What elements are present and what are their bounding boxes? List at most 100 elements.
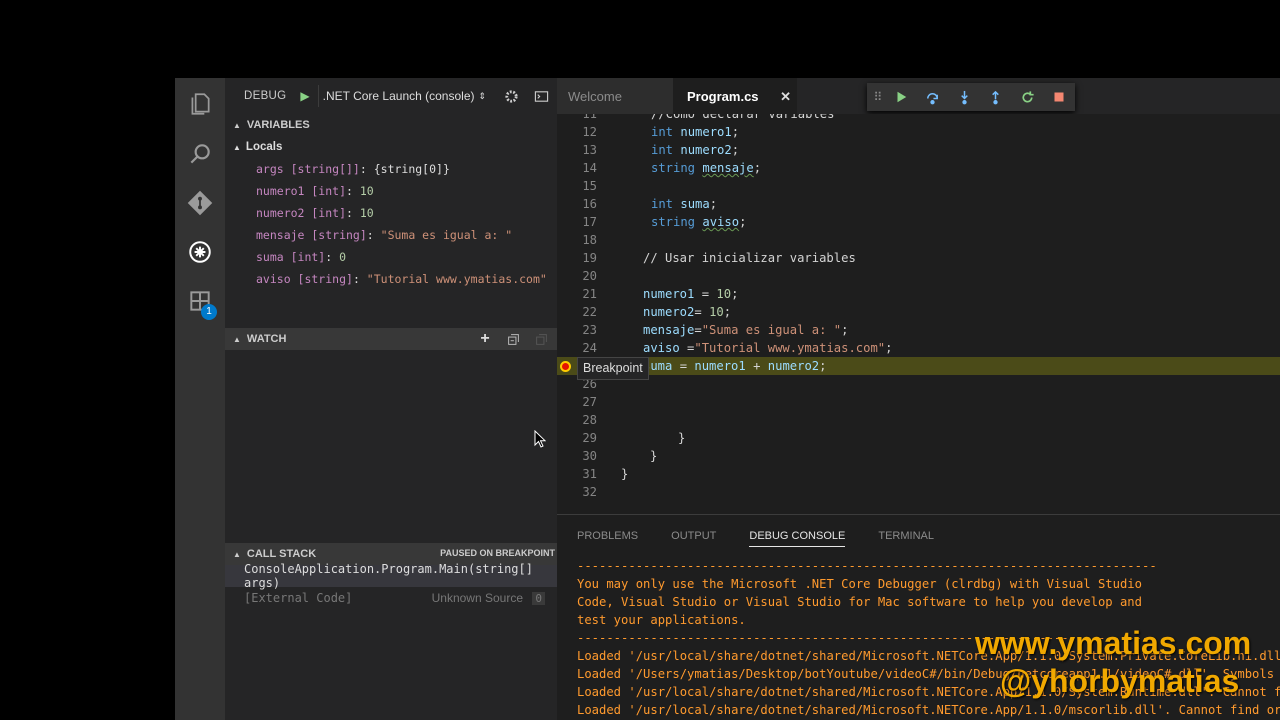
debug-console-icon[interactable] [532, 87, 550, 105]
vscode-window: 1 DEBUG ▶ .NET Core Launch (console) ⇕ ▲… [175, 78, 1280, 720]
line-number: 28 [582, 413, 597, 427]
remove-all-icon[interactable] [533, 331, 549, 347]
paused-status: PAUSED ON BREAKPOINT [440, 548, 555, 558]
line-number: 15 [582, 179, 597, 193]
line-text: suma = numero1 + numero2; [643, 359, 827, 373]
line-text: numero1 = 10; [643, 287, 739, 301]
gear-icon[interactable] [502, 87, 520, 105]
console-line: Loaded '/usr/local/share/dotnet/shared/M… [577, 703, 1280, 717]
watermark-website: www.ymatias.com [975, 625, 1252, 661]
code-line: 29} [557, 429, 1280, 447]
breakpoint-gutter[interactable] [557, 357, 577, 375]
variable-name: numero1 [int] [256, 184, 347, 198]
watermark-handle: @yhorbymatias [1000, 663, 1240, 699]
tab-terminal[interactable]: TERMINAL [878, 526, 934, 546]
stack-frame-label: ConsoleApplication.Program.Main(string[]… [244, 562, 533, 590]
step-out-icon[interactable] [980, 85, 1012, 109]
stack-frame-label: [External Code] [244, 591, 353, 605]
continue-icon[interactable] [885, 85, 917, 109]
code-line: 19 // Usar inicializar variables [557, 249, 1280, 267]
line-number: 20 [582, 269, 597, 283]
line-text: // Usar inicializar variables [643, 251, 856, 265]
extensions-icon[interactable]: 1 [175, 277, 225, 325]
code-line: 24 aviso ="Tutorial www.ymatias.com"; [557, 339, 1280, 357]
search-icon[interactable] [175, 130, 225, 178]
floating-debug-toolbar: ⠿ [867, 83, 1075, 111]
step-into-icon[interactable] [948, 85, 980, 109]
activity-bar: 1 [175, 78, 225, 720]
tab-output[interactable]: OUTPUT [671, 526, 716, 546]
debug-icon[interactable] [175, 228, 225, 276]
select-arrows-icon: ⇕ [478, 90, 487, 101]
line-number: 19 [582, 251, 597, 265]
variable-name: mensaje [string] [256, 228, 367, 242]
current-line-highlight: 25suma = numero1 + numero2; [557, 357, 1280, 375]
code-line: 16 int suma; [557, 195, 1280, 213]
variable-row[interactable]: args [string[]]: {string[0]} [225, 158, 557, 180]
variable-row[interactable]: mensaje [string]: "Suma es igual a: " [225, 224, 557, 246]
code-editor[interactable]: 11 //Como declarar variables 12 int numero… [557, 114, 1280, 514]
collapse-all-icon[interactable] [505, 331, 521, 347]
line-text: int suma; [651, 197, 718, 211]
stack-frame[interactable]: ConsoleApplication.Program.Main(string[]… [225, 562, 557, 590]
tab-welcome[interactable]: Welcome [557, 78, 673, 114]
code-line: 11 //Como declarar variables [557, 114, 1280, 123]
stop-icon[interactable] [1043, 85, 1075, 109]
variables-header[interactable]: ▲ VARIABLES [225, 114, 557, 136]
tab-debug-console[interactable]: DEBUG CONSOLE [749, 526, 846, 547]
add-expression-icon[interactable]: + [477, 330, 493, 347]
launch-config-label: .NET Core Launch (console) [322, 89, 475, 103]
tab-problems[interactable]: PROBLEMS [577, 526, 638, 546]
source-control-icon[interactable] [175, 179, 225, 227]
collapse-arrow-icon: ▲ [233, 334, 241, 344]
variable-row[interactable]: suma [int]: 0 [225, 246, 557, 268]
variable-name: args [string[]] [256, 162, 360, 176]
mouse-cursor-icon [534, 430, 546, 448]
drag-handle-icon[interactable]: ⠿ [871, 85, 885, 109]
callstack-header-label: CALL STACK [246, 548, 317, 560]
tab-program-cs[interactable]: Program.cs ✕ [673, 78, 797, 114]
start-debugging-button[interactable]: ▶ [300, 89, 309, 103]
code-line: 18 [557, 231, 1280, 249]
line-text: aviso ="Tutorial www.ymatias.com"; [643, 341, 893, 355]
line-number: 30 [582, 449, 597, 463]
line-text: } [621, 467, 629, 481]
variable-name: numero2 [int] [256, 206, 347, 220]
line-number: 18 [582, 233, 597, 247]
watch-section-header[interactable]: ▲ WATCH + [225, 328, 557, 350]
variable-name: suma [int] [256, 250, 326, 264]
collapse-arrow-icon: ▲ [233, 549, 241, 559]
debug-sidebar: DEBUG ▶ .NET Core Launch (console) ⇕ ▲ V… [225, 78, 557, 720]
variable-row[interactable]: aviso [string]: "Tutorial www.ymatias.co… [225, 268, 557, 290]
variable-value: "Suma es igual a: " [380, 228, 513, 242]
restart-icon[interactable] [1012, 85, 1044, 109]
console-line: Code, Visual Studio or Visual Studio for… [577, 595, 1142, 609]
variable-row[interactable]: numero1 [int]: 10 [225, 180, 557, 202]
launch-config-select[interactable]: .NET Core Launch (console) ⇕ [317, 85, 490, 107]
panel-tabs: PROBLEMS OUTPUT DEBUG CONSOLE TERMINAL [557, 515, 1280, 557]
line-number: 22 [582, 305, 597, 319]
collapse-arrow-icon: ▲ [233, 120, 241, 130]
variables-header-label: VARIABLES [246, 119, 310, 131]
code-line: 12 int numero1; [557, 123, 1280, 141]
explorer-icon[interactable] [175, 80, 225, 128]
close-icon[interactable]: ✕ [780, 89, 791, 105]
variable-row[interactable]: numero2 [int]: 10 [225, 202, 557, 224]
line-number: 13 [582, 143, 597, 157]
line-number: 24 [582, 341, 597, 355]
variable-value: 10 [359, 184, 374, 198]
collapse-arrow-icon: ▲ [233, 142, 241, 152]
line-text: } [650, 449, 658, 463]
step-over-icon[interactable] [917, 85, 949, 109]
code-line: 14 string mensaje; [557, 159, 1280, 177]
variable-value: "Tutorial www.ymatias.com" [366, 272, 547, 286]
line-number: 21 [582, 287, 597, 301]
line-number: 17 [582, 215, 597, 229]
code-line: 31} [557, 465, 1280, 483]
line-text: string aviso; [651, 215, 747, 229]
variable-value: 10 [359, 206, 374, 220]
locals-scope[interactable]: ▲ Locals [225, 136, 557, 158]
stack-frame[interactable]: [External Code] Unknown Source 0 [225, 587, 557, 609]
breakpoint-icon[interactable] [560, 361, 571, 372]
tab-label: Program.cs [687, 88, 759, 104]
